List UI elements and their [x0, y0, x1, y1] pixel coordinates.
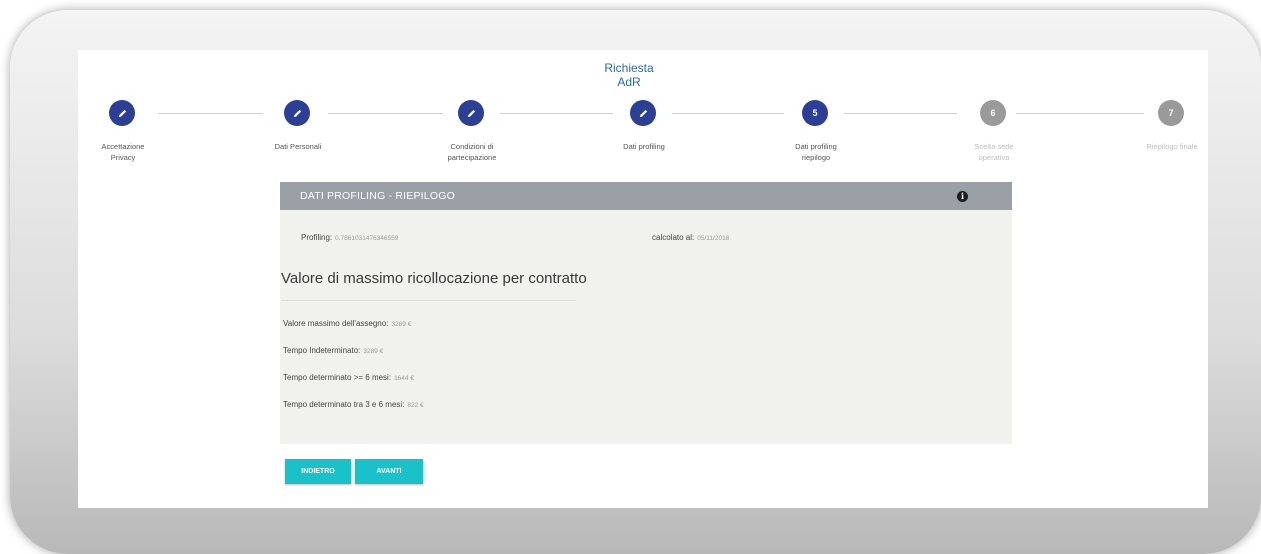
panel-header: DATI PROFILING - RIEPILOGO i	[280, 182, 1012, 210]
value-row: Tempo determinato >= 6 mesi: 1644 €	[283, 373, 414, 382]
step-2-label: Dati Personali	[274, 142, 322, 151]
calcolato-label: calcolato al:	[652, 233, 695, 242]
step-5-circle[interactable]: 5	[802, 100, 828, 126]
section-title: Valore di massimo ricollocazione per con…	[281, 270, 587, 287]
panel-title: DATI PROFILING - RIEPILOGO	[300, 190, 455, 202]
value-row-amount: 1644 €	[394, 375, 414, 382]
step-2-circle[interactable]	[284, 100, 310, 126]
section-divider	[281, 300, 576, 301]
page-title: Richiesta AdR	[604, 61, 654, 89]
pencil-icon	[293, 109, 301, 117]
step-6-circle[interactable]: 6	[980, 100, 1006, 126]
value-row-label: Tempo determinato >= 6 mesi:	[283, 373, 392, 382]
calcolato-value: 05/11/2018	[697, 235, 730, 242]
value-row-label: Tempo Indeterminato:	[283, 346, 361, 355]
step-1-circle[interactable]	[109, 100, 135, 126]
pencil-icon	[118, 109, 126, 117]
value-row-label: Valore massimo dell'assegno:	[283, 319, 389, 328]
value-row: Tempo determinato tra 3 e 6 mesi: 822 €	[283, 400, 424, 409]
pencil-icon	[639, 109, 647, 117]
calcolato-field: calcolato al: 05/11/2018	[652, 233, 729, 242]
step-5-label: Dati profiling riepilogo	[795, 142, 837, 162]
info-icon[interactable]: i	[957, 191, 968, 202]
next-button[interactable]: AVANTI	[355, 459, 423, 484]
profiling-value: 0.7861031476346559	[335, 235, 399, 242]
value-row-label: Tempo determinato tra 3 e 6 mesi:	[283, 400, 405, 409]
step-7-number: 7	[1168, 108, 1174, 118]
value-row: Valore massimo dell'assegno: 3289 €	[283, 319, 411, 328]
step-connector	[328, 113, 443, 114]
step-6-label: Scelta sede operativa	[974, 142, 1014, 162]
step-4-circle[interactable]	[630, 100, 656, 126]
step-connector	[500, 113, 613, 114]
back-button[interactable]: INDIETRO	[285, 459, 351, 484]
step-6-number: 6	[990, 108, 996, 118]
step-7-label: Riepilogo finale	[1146, 142, 1198, 151]
step-connector	[672, 113, 784, 114]
step-3-label: Condizioni di partecipazione	[447, 142, 497, 162]
step-connector	[1016, 113, 1144, 114]
step-4-label: Dati profiling	[623, 142, 665, 151]
pencil-icon	[467, 109, 475, 117]
step-connector	[844, 113, 957, 114]
value-row: Tempo Indeterminato: 3289 €	[283, 346, 383, 355]
value-row-amount: 3289 €	[391, 321, 412, 328]
step-connector	[158, 113, 263, 114]
value-row-amount: 3289 €	[363, 348, 384, 355]
step-1-label: Accettazione Privacy	[101, 142, 145, 162]
profiling-field: Profiling: 0.7861031476346559	[301, 233, 398, 242]
step-7-circle[interactable]: 7	[1158, 100, 1184, 126]
step-3-circle[interactable]	[458, 100, 484, 126]
profiling-label: Profiling:	[301, 233, 333, 242]
step-5-number: 5	[812, 108, 818, 118]
value-row-amount: 822 €	[407, 402, 424, 409]
